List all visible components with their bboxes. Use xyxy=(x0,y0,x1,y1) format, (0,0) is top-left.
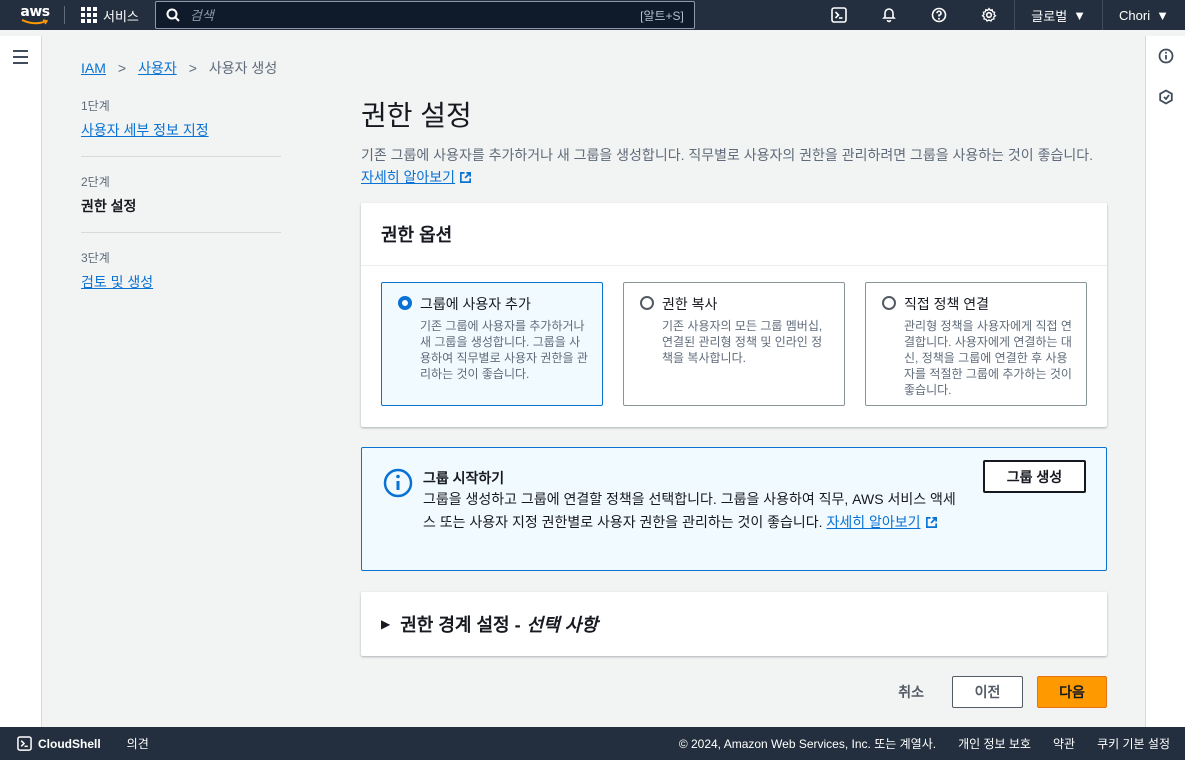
info-body: 그룹을 생성하고 그룹에 연결할 정책을 선택합니다. 그룹을 사용하여 직무,… xyxy=(423,488,963,534)
services-label: 서비스 xyxy=(103,8,139,24)
settings-icon xyxy=(981,7,997,22)
info-alert: 그룹 시작하기 그룹을 생성하고 그룹에 연결할 정책을 선택합니다. 그룹을 … xyxy=(361,447,1107,571)
cancel-button[interactable]: 취소 xyxy=(884,682,938,702)
create-group-button[interactable]: 그룹 생성 xyxy=(983,460,1086,493)
account-label: Chori xyxy=(1119,7,1151,23)
search-shortcut: [알트+S] xyxy=(640,8,684,23)
step-3: 3단계 검토 및 생성 xyxy=(81,249,281,308)
info-title: 그룹 시작하기 xyxy=(423,470,505,486)
option-attach-policies[interactable]: 직접 정책 연결 관리형 정책을 사용자에게 직접 연결합니다. 사용자에게 연… xyxy=(865,282,1087,406)
option-copy-permissions[interactable]: 권한 복사 기존 사용자의 모든 그룹 멤버십, 연결된 관리형 정책 및 인라… xyxy=(623,282,845,406)
wizard-actions: 취소 이전 다음 xyxy=(884,676,1107,708)
left-rail xyxy=(0,36,42,727)
previous-button[interactable]: 이전 xyxy=(952,676,1023,708)
permissions-boundary-expander[interactable]: ▶ 권한 경계 설정 - 선택 사항 xyxy=(361,592,1107,656)
boundary-label: 권한 경계 설정 - xyxy=(400,615,521,635)
option-title: 그룹에 사용자 추가 xyxy=(420,296,531,312)
breadcrumb: IAM > 사용자 > 사용자 생성 xyxy=(81,58,277,78)
right-rail xyxy=(1145,36,1185,727)
option-desc: 관리형 정책을 사용자에게 직접 연결합니다. 사용자에게 연결하는 대신, 정… xyxy=(904,319,1072,397)
breadcrumb-iam[interactable]: IAM xyxy=(81,60,106,76)
option-title: 권한 복사 xyxy=(662,296,718,312)
hexagon-icon[interactable] xyxy=(1158,89,1174,105)
chevron-right-icon: > xyxy=(117,60,127,76)
step-number: 2단계 xyxy=(81,175,110,189)
bell-icon xyxy=(882,8,897,23)
learn-more-link[interactable]: 자세히 알아보기 xyxy=(361,169,472,185)
info-icon[interactable] xyxy=(1158,48,1174,64)
info-icon xyxy=(383,468,413,498)
top-navigation: aws 서비스 [알트+S] 글로벌 ▼ Chori ▼ xyxy=(0,0,1185,30)
search-bar[interactable]: [알트+S] xyxy=(154,1,695,29)
page-title: 권한 설정 xyxy=(361,100,472,131)
aws-logo[interactable]: aws xyxy=(12,0,58,30)
account-menu[interactable]: Chori ▼ xyxy=(1102,0,1185,30)
search-input[interactable] xyxy=(189,7,641,23)
option-desc: 기존 그룹에 사용자를 추가하거나 새 그룹을 생성합니다. 그룹을 사용하여 … xyxy=(420,319,588,381)
nav-separator xyxy=(64,6,65,24)
cloudshell-nav-button[interactable] xyxy=(814,0,864,30)
cloudshell-icon xyxy=(17,736,32,751)
panel-heading: 권한 옵션 xyxy=(361,203,1107,266)
help-icon xyxy=(931,7,947,23)
caret-down-icon: ▼ xyxy=(1073,7,1087,23)
menu-icon[interactable] xyxy=(13,50,28,68)
option-add-to-group[interactable]: 그룹에 사용자 추가 기존 그룹에 사용자를 추가하거나 새 그룹을 생성합니다… xyxy=(381,282,603,406)
step-2: 2단계 권한 설정 xyxy=(81,173,281,233)
options-group: 그룹에 사용자 추가 기존 그룹에 사용자를 추가하거나 새 그룹을 생성합니다… xyxy=(361,266,1107,426)
radio-selected[interactable] xyxy=(398,296,412,310)
caret-right-icon: ▶ xyxy=(381,617,391,631)
settings-button[interactable] xyxy=(964,0,1014,30)
main-content: 권한 설정 기존 그룹에 사용자를 추가하거나 새 그룹을 생성합니다. 직무별… xyxy=(361,94,1107,188)
step-1-link[interactable]: 사용자 세부 정보 지정 xyxy=(81,120,281,140)
aws-smile-icon xyxy=(21,18,49,24)
cloudshell-footer-button[interactable]: CloudShell xyxy=(17,736,101,751)
breadcrumb-users[interactable]: 사용자 xyxy=(138,58,177,78)
step-3-link[interactable]: 검토 및 생성 xyxy=(81,272,281,292)
region-selector[interactable]: 글로벌 ▼ xyxy=(1014,0,1102,30)
cookie-preferences-link[interactable]: 쿠키 기본 설정 xyxy=(1097,735,1170,752)
copyright-text: © 2024, Amazon Web Services, Inc. 또는 계열사… xyxy=(678,737,937,751)
cloudshell-label: CloudShell xyxy=(38,736,101,751)
notifications-button[interactable] xyxy=(864,0,914,30)
region-label: 글로벌 xyxy=(1031,8,1068,24)
step-number: 1단계 xyxy=(81,99,110,113)
grid-icon xyxy=(81,7,97,23)
services-menu-button[interactable]: 서비스 xyxy=(81,6,139,25)
next-button[interactable]: 다음 xyxy=(1037,676,1107,708)
radio-unselected[interactable] xyxy=(640,296,654,310)
page-description: 기존 그룹에 사용자를 추가하거나 새 그룹을 생성합니다. 직무별로 사용자의… xyxy=(361,144,1107,188)
info-learn-more-link[interactable]: 자세히 알아보기 xyxy=(826,514,937,530)
privacy-link[interactable]: 개인 정보 보호 xyxy=(958,735,1031,752)
external-link-icon xyxy=(925,517,937,528)
external-link-icon xyxy=(460,172,472,183)
help-button[interactable] xyxy=(914,0,964,30)
step-number: 3단계 xyxy=(81,251,110,265)
learn-more-label: 자세히 알아보기 xyxy=(361,169,456,185)
learn-more-label: 자세히 알아보기 xyxy=(826,514,921,530)
step-1: 1단계 사용자 세부 정보 지정 xyxy=(81,97,281,157)
wizard-steps: 1단계 사용자 세부 정보 지정 2단계 권한 설정 3단계 검토 및 생성 xyxy=(81,97,281,324)
footer: CloudShell 의견 © 2024, Amazon Web Service… xyxy=(0,727,1185,760)
option-desc: 기존 사용자의 모든 그룹 멤버십, 연결된 관리형 정책 및 인라인 정책을 … xyxy=(662,319,823,365)
page-description-text: 기존 그룹에 사용자를 추가하거나 새 그룹을 생성합니다. 직무별로 사용자의… xyxy=(361,147,1093,163)
feedback-link[interactable]: 의견 xyxy=(127,735,149,752)
radio-unselected[interactable] xyxy=(882,296,896,310)
breadcrumb-current: 사용자 생성 xyxy=(208,60,278,76)
chevron-right-icon: > xyxy=(188,60,197,76)
option-title: 직접 정책 연결 xyxy=(904,296,990,312)
permission-options-panel: 권한 옵션 그룹에 사용자 추가 기존 그룹에 사용자를 추가하거나 새 그룹을… xyxy=(361,203,1107,427)
step-2-label: 권한 설정 xyxy=(81,198,137,214)
search-icon xyxy=(166,8,180,22)
cloudshell-icon xyxy=(831,7,848,23)
aws-logo-text: aws xyxy=(20,3,50,20)
caret-down-icon: ▼ xyxy=(1156,7,1169,23)
boundary-optional: 선택 사항 xyxy=(526,615,598,635)
terms-link[interactable]: 약관 xyxy=(1053,735,1075,752)
